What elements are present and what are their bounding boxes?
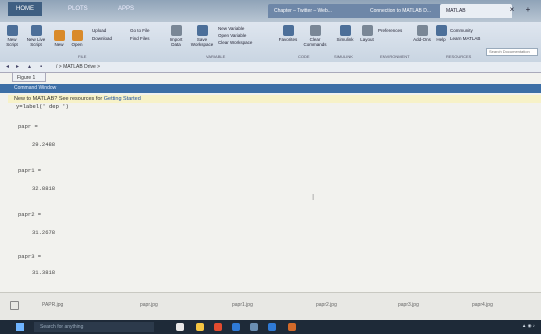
current-folder-path[interactable]: / > MATLAB Drive > [56, 62, 100, 72]
tab-home[interactable]: HOME [8, 2, 42, 16]
download-button[interactable]: Download [92, 36, 122, 41]
help-icon [435, 25, 447, 36]
file-strip: PAPR.jpg papr.jpg papr1.jpg papr2.jpg pa… [0, 292, 541, 321]
clear-workspace-button[interactable]: Clear Workspace [218, 40, 260, 45]
preferences-button[interactable]: Preferences [378, 28, 414, 33]
getting-started-link[interactable]: Getting Started [104, 96, 141, 102]
forward-icon[interactable]: ▸ [16, 64, 22, 70]
window-chrome: HOME PLOTS APPS Chapter – Twitter – Web.… [0, 0, 541, 22]
community-button[interactable]: Community [450, 28, 484, 33]
output-variable-value: 32.8818 [32, 185, 56, 192]
file-explorer-icon[interactable] [196, 323, 204, 331]
new-script-icon [6, 25, 18, 36]
matlab-icon[interactable] [288, 323, 296, 331]
find-files-button[interactable]: Find Files [130, 36, 164, 41]
simulink-button[interactable]: Simulink [334, 25, 356, 42]
output-variable-value: 31.2678 [32, 229, 56, 236]
group-label-environment: ENVIRONMENT [380, 54, 410, 59]
file-strip-item[interactable]: papr3.jpg [398, 302, 419, 308]
open-button[interactable]: Open [70, 30, 84, 47]
group-label-simulink: SIMULINK [334, 54, 353, 59]
chrome-icon[interactable] [214, 323, 222, 331]
browser-tab-twitter[interactable]: Chapter – Twitter – Web... [268, 4, 372, 18]
new-icon [53, 30, 65, 41]
open-variable-button[interactable]: Open Variable [218, 33, 258, 38]
import-data-button[interactable]: Import Data [166, 25, 186, 47]
store-icon[interactable] [250, 323, 258, 331]
close-tab-icon[interactable]: × [506, 4, 518, 16]
taskbar: Search for anything ▲ ◉ ♪ [0, 320, 541, 334]
output-variable-name: papr2 = [18, 211, 42, 218]
file-icon[interactable] [10, 301, 19, 310]
file-strip-item[interactable]: papr1.jpg [232, 302, 253, 308]
help-button[interactable]: Help [434, 25, 448, 42]
taskbar-search-input[interactable]: Search for anything [34, 322, 154, 332]
clear-cmd-icon [309, 25, 321, 36]
new-script-button[interactable]: New Script [2, 25, 22, 47]
browser-tab-connection[interactable]: Connection to MATLAB D... [364, 4, 448, 18]
file-strip-item[interactable]: papr4.jpg [472, 302, 493, 308]
task-view-icon[interactable] [176, 323, 184, 331]
file-strip-item[interactable]: PAPR.jpg [42, 302, 63, 308]
text-cursor-icon: I [312, 193, 315, 202]
search-documentation-input[interactable] [486, 48, 538, 56]
getting-started-notice: New to MATLAB? See resources for Getting… [8, 95, 541, 103]
group-label-file: FILE [78, 54, 87, 59]
command-window-title: Command Window [0, 84, 541, 93]
browse-folder-icon[interactable]: ▪ [40, 64, 46, 70]
mail-icon[interactable] [268, 323, 276, 331]
windows-start-icon[interactable] [16, 323, 24, 331]
back-icon[interactable]: ◂ [6, 64, 12, 70]
output-variable-name: papr3 = [18, 253, 42, 260]
group-label-variable: VARIABLE [206, 54, 226, 59]
browser-tab-matlab[interactable]: MATLAB [440, 4, 512, 18]
group-label-code: CODE [298, 54, 310, 59]
notice-text: New to MATLAB? See resources for [14, 96, 104, 102]
group-label-resources: RESOURCES [446, 54, 472, 59]
new-variable-button[interactable]: New Variable [218, 26, 258, 31]
add-ons-button[interactable]: Add-Ons [412, 25, 432, 42]
live-script-icon [30, 25, 42, 36]
save-workspace-button[interactable]: Save Workspace [190, 25, 214, 47]
upload-button[interactable]: Upload [92, 28, 122, 33]
figure-tab[interactable]: Figure 1 [12, 72, 46, 82]
file-strip-item[interactable]: papr2.jpg [316, 302, 337, 308]
output-variable-name: papr = [18, 123, 38, 130]
layout-button[interactable]: Layout [358, 25, 376, 42]
import-icon [170, 25, 182, 36]
output-variable-name: papr1 = [18, 167, 42, 174]
command-window-output[interactable]: y=label(' dep ') papr = 29.2488 papr1 = … [0, 103, 541, 293]
favorites-button[interactable]: Favorites [276, 25, 300, 42]
new-tab-icon[interactable]: + [522, 4, 534, 16]
learn-matlab-button[interactable]: Learn MATLAB [450, 36, 484, 41]
simulink-icon [339, 25, 351, 36]
address-bar: ◂ ▸ ▴ ▪ / > MATLAB Drive > [0, 62, 541, 73]
output-variable-value: 29.2488 [32, 141, 56, 148]
addons-icon [416, 25, 428, 36]
go-to-file-button[interactable]: Go to File [130, 28, 164, 33]
tab-apps[interactable]: APPS [110, 2, 142, 16]
open-icon [71, 30, 83, 41]
file-strip-item[interactable]: papr.jpg [140, 302, 158, 308]
layout-icon [361, 25, 373, 36]
new-button[interactable]: New [52, 30, 66, 47]
system-tray[interactable]: ▲ ◉ ♪ [522, 323, 535, 329]
new-live-script-button[interactable]: New Live Script [24, 25, 48, 47]
edge-icon[interactable] [232, 323, 240, 331]
favorites-icon [282, 25, 294, 36]
folder-up-icon[interactable]: ▴ [28, 64, 34, 70]
save-ws-icon [196, 25, 208, 36]
clear-commands-button[interactable]: Clear Commands [302, 25, 328, 47]
output-variable-value: 31.3818 [32, 269, 56, 276]
command-line: y=label(' dep ') [16, 103, 69, 110]
tab-plots[interactable]: PLOTS [60, 2, 96, 16]
